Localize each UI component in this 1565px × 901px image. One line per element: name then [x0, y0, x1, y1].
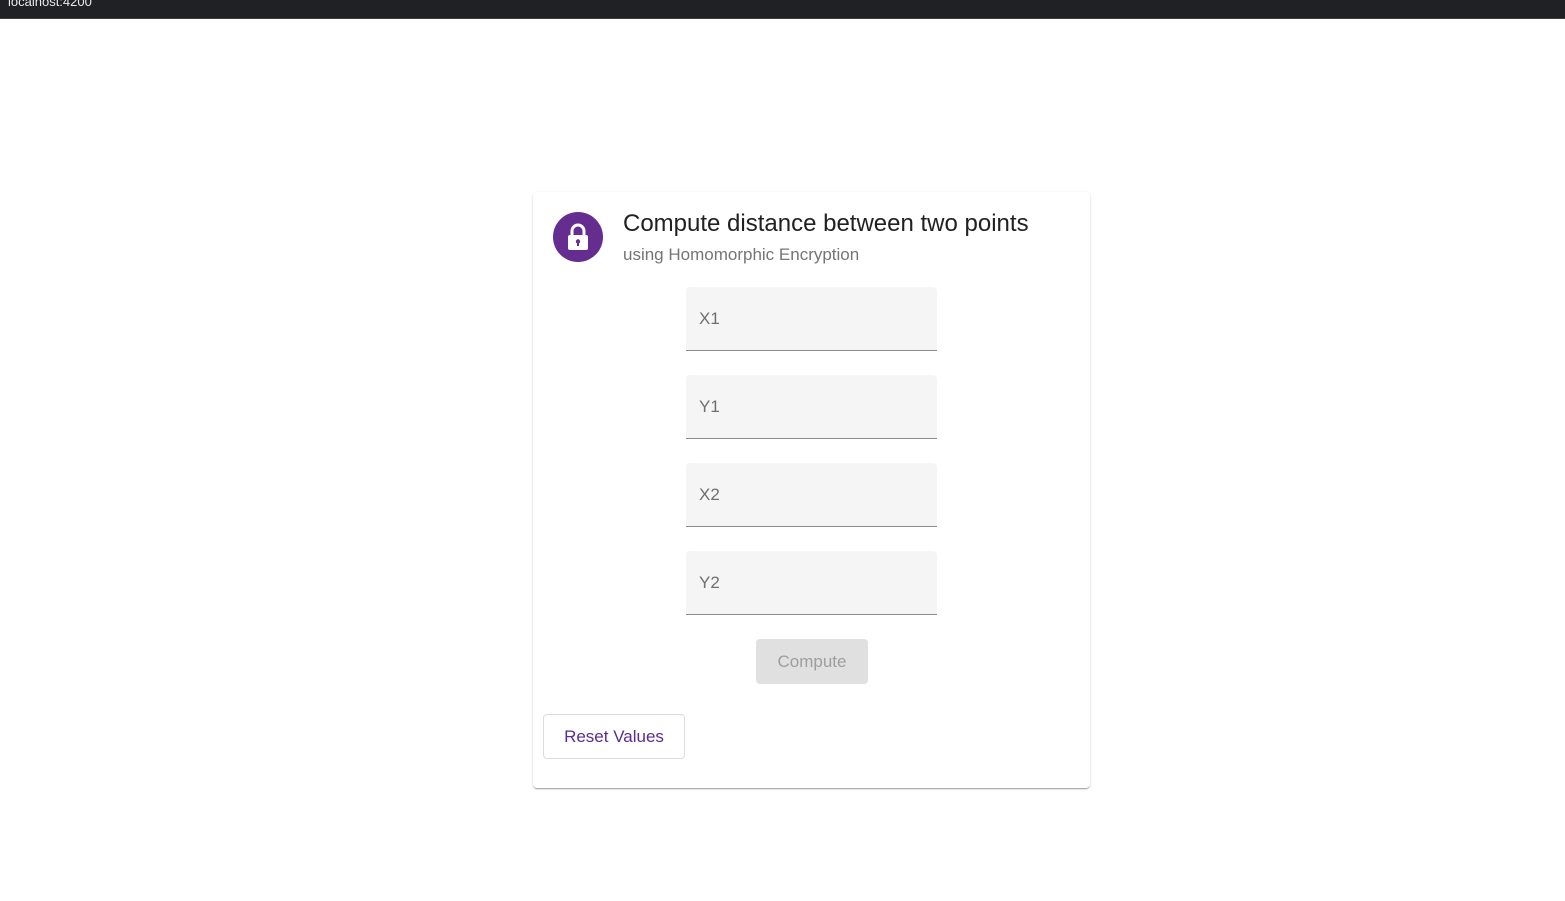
y2-input[interactable]	[686, 551, 937, 614]
x1-field[interactable]	[686, 287, 937, 351]
compute-button[interactable]: Compute	[756, 639, 868, 684]
lock-icon	[568, 223, 588, 250]
distance-card: Compute distance between two points usin…	[533, 192, 1090, 788]
card-subtitle: using Homomorphic Encryption	[623, 245, 860, 264]
y2-field[interactable]	[686, 551, 937, 615]
reset-values-button[interactable]: Reset Values	[543, 714, 685, 759]
avatar	[553, 212, 603, 262]
y1-input[interactable]	[686, 375, 937, 438]
x2-field[interactable]	[686, 463, 937, 527]
x2-input[interactable]	[686, 463, 937, 526]
browser-top-bar: localhost:4200	[0, 0, 1565, 19]
card-title: Compute distance between two points	[623, 210, 1029, 237]
y1-field[interactable]	[686, 375, 937, 439]
browser-url-text[interactable]: localhost:4200	[8, 0, 92, 9]
x1-input[interactable]	[686, 287, 937, 350]
